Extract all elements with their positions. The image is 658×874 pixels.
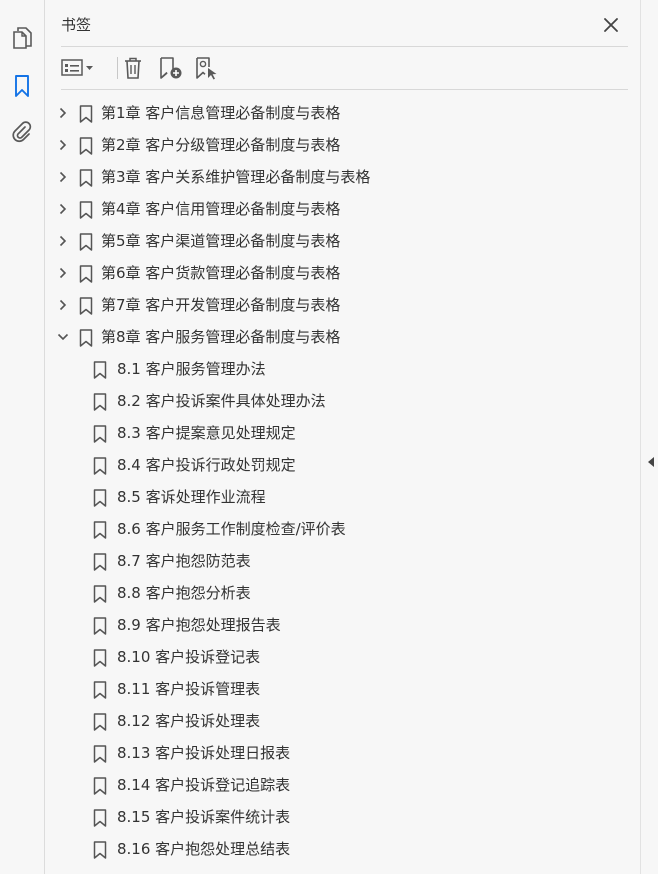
chevron-right-icon[interactable] xyxy=(55,169,71,185)
bookmark-icon xyxy=(79,329,93,347)
bookmarks-panel: 书签 第1章 客户信息管理必备制度与表格 第2章 客户分级管理必备制度与表格 第… xyxy=(45,0,640,874)
bookmark-label: 8.5 客诉处理作业流程 xyxy=(117,488,266,506)
bookmark-icon xyxy=(93,777,107,795)
panel-header: 书签 xyxy=(61,14,628,36)
bookmark-item[interactable]: 第4章 客户信用管理必备制度与表格 xyxy=(45,193,640,225)
chevron-down-icon[interactable] xyxy=(55,329,71,345)
bookmark-item-child[interactable]: 8.9 客户抱怨处理报告表 xyxy=(45,609,640,641)
attachment-icon[interactable] xyxy=(8,118,36,146)
close-icon[interactable] xyxy=(600,14,622,36)
bookmark-label: 8.16 客户抱怨处理总结表 xyxy=(117,840,291,858)
bookmark-item[interactable]: 第5章 客户渠道管理必备制度与表格 xyxy=(45,225,640,257)
chevron-right-icon[interactable] xyxy=(55,105,71,121)
bookmark-icon xyxy=(93,649,107,667)
bookmark-icon xyxy=(79,297,93,315)
bookmark-icon xyxy=(93,617,107,635)
bookmark-item-child[interactable]: 8.7 客户抱怨防范表 xyxy=(45,545,640,577)
bookmark-icon xyxy=(79,265,93,283)
chevron-right-icon[interactable] xyxy=(55,201,71,217)
bookmark-item[interactable]: 第3章 客户关系维护管理必备制度与表格 xyxy=(45,161,640,193)
pages-icon[interactable] xyxy=(8,24,36,52)
bookmark-icon xyxy=(93,809,107,827)
collapse-panel-icon[interactable] xyxy=(647,456,655,468)
bookmark-label: 8.15 客户投诉案件统计表 xyxy=(117,808,291,826)
bookmark-icon xyxy=(93,681,107,699)
bookmark-item-child[interactable]: 8.5 客诉处理作业流程 xyxy=(45,481,640,513)
panel-splitter[interactable] xyxy=(640,0,658,874)
bookmark-item[interactable]: 第2章 客户分级管理必备制度与表格 xyxy=(45,129,640,161)
bookmarks-toolbar xyxy=(59,54,259,82)
bookmark-icon[interactable] xyxy=(8,72,36,100)
bookmark-label: 第7章 客户开发管理必备制度与表格 xyxy=(101,296,341,314)
panel-title: 书签 xyxy=(61,16,92,34)
find-bookmark-icon[interactable] xyxy=(193,54,221,82)
bookmark-icon xyxy=(93,745,107,763)
bookmark-label: 8.14 客户投诉登记追踪表 xyxy=(117,776,291,794)
new-bookmark-icon[interactable] xyxy=(157,54,185,82)
chevron-right-icon[interactable] xyxy=(55,233,71,249)
bookmark-label: 8.10 客户投诉登记表 xyxy=(117,648,261,666)
toolbar-separator xyxy=(117,57,118,79)
bookmark-item-child[interactable]: 8.12 客户投诉处理表 xyxy=(45,705,640,737)
bookmark-icon xyxy=(93,841,107,859)
bookmark-label: 第6章 客户货款管理必备制度与表格 xyxy=(101,264,341,282)
bookmark-item-child[interactable]: 8.4 客户投诉行政处罚规定 xyxy=(45,449,640,481)
bookmark-item-child[interactable]: 8.2 客户投诉案件具体处理办法 xyxy=(45,385,640,417)
bookmark-label: 8.11 客户投诉管理表 xyxy=(117,680,261,698)
bookmark-icon xyxy=(93,713,107,731)
bookmark-item-child[interactable]: 8.1 客户服务管理办法 xyxy=(45,353,640,385)
chevron-right-icon[interactable] xyxy=(55,297,71,313)
bookmark-icon xyxy=(93,457,107,475)
bookmark-label: 第4章 客户信用管理必备制度与表格 xyxy=(101,200,341,218)
bookmark-label: 第1章 客户信息管理必备制度与表格 xyxy=(101,104,341,122)
bookmark-icon xyxy=(79,169,93,187)
bookmark-label: 8.13 客户投诉处理日报表 xyxy=(117,744,291,762)
delete-bookmark-icon[interactable] xyxy=(121,54,145,82)
bookmark-item[interactable]: 第6章 客户货款管理必备制度与表格 xyxy=(45,257,640,289)
bookmark-icon xyxy=(93,553,107,571)
bookmark-item[interactable]: 第7章 客户开发管理必备制度与表格 xyxy=(45,289,640,321)
bookmark-item-child[interactable]: 8.3 客户提案意见处理规定 xyxy=(45,417,640,449)
bookmark-icon xyxy=(93,521,107,539)
divider xyxy=(61,89,628,90)
bookmark-icon xyxy=(93,361,107,379)
options-menu-icon[interactable] xyxy=(59,54,97,82)
bookmark-item[interactable]: 第1章 客户信息管理必备制度与表格 xyxy=(45,97,640,129)
bookmark-item-child[interactable]: 8.16 客户抱怨处理总结表 xyxy=(45,833,640,865)
bookmark-label: 8.7 客户抱怨防范表 xyxy=(117,552,251,570)
bookmark-item-child[interactable]: 8.13 客户投诉处理日报表 xyxy=(45,737,640,769)
bookmark-label: 第5章 客户渠道管理必备制度与表格 xyxy=(101,232,341,250)
bookmark-label: 8.1 客户服务管理办法 xyxy=(117,360,266,378)
bookmark-icon xyxy=(79,137,93,155)
bookmark-item[interactable]: 第8章 客户服务管理必备制度与表格 xyxy=(45,321,640,353)
chevron-right-icon[interactable] xyxy=(55,137,71,153)
bookmark-item-child[interactable]: 8.6 客户服务工作制度检查/评价表 xyxy=(45,513,640,545)
bookmark-item-child[interactable]: 8.15 客户投诉案件统计表 xyxy=(45,801,640,833)
bookmark-label: 第2章 客户分级管理必备制度与表格 xyxy=(101,136,341,154)
bookmark-icon xyxy=(79,105,93,123)
bookmark-icon xyxy=(93,489,107,507)
bookmark-label: 第3章 客户关系维护管理必备制度与表格 xyxy=(101,168,371,186)
bookmark-label: 8.12 客户投诉处理表 xyxy=(117,712,261,730)
bookmark-label: 8.2 客户投诉案件具体处理办法 xyxy=(117,392,326,410)
bookmark-label: 8.6 客户服务工作制度检查/评价表 xyxy=(117,520,346,538)
bookmark-label: 8.9 客户抱怨处理报告表 xyxy=(117,616,281,634)
bookmark-label: 8.4 客户投诉行政处罚规定 xyxy=(117,456,296,474)
bookmark-icon xyxy=(93,393,107,411)
bookmark-item-child[interactable]: 8.8 客户抱怨分析表 xyxy=(45,577,640,609)
divider xyxy=(61,46,628,47)
navigation-rail xyxy=(0,0,45,874)
chevron-right-icon[interactable] xyxy=(55,265,71,281)
bookmark-item-child[interactable]: 8.10 客户投诉登记表 xyxy=(45,641,640,673)
bookmark-item-child[interactable]: 8.11 客户投诉管理表 xyxy=(45,673,640,705)
bookmark-icon xyxy=(93,585,107,603)
bookmark-icon xyxy=(79,233,93,251)
bookmark-label: 第8章 客户服务管理必备制度与表格 xyxy=(101,328,341,346)
bookmark-icon xyxy=(79,201,93,219)
bookmark-label: 8.3 客户提案意见处理规定 xyxy=(117,424,296,442)
bookmark-icon xyxy=(93,425,107,443)
bookmark-label: 8.8 客户抱怨分析表 xyxy=(117,584,251,602)
bookmark-item-child[interactable]: 8.14 客户投诉登记追踪表 xyxy=(45,769,640,801)
bookmark-tree: 第1章 客户信息管理必备制度与表格 第2章 客户分级管理必备制度与表格第3章 客户… xyxy=(45,97,640,865)
